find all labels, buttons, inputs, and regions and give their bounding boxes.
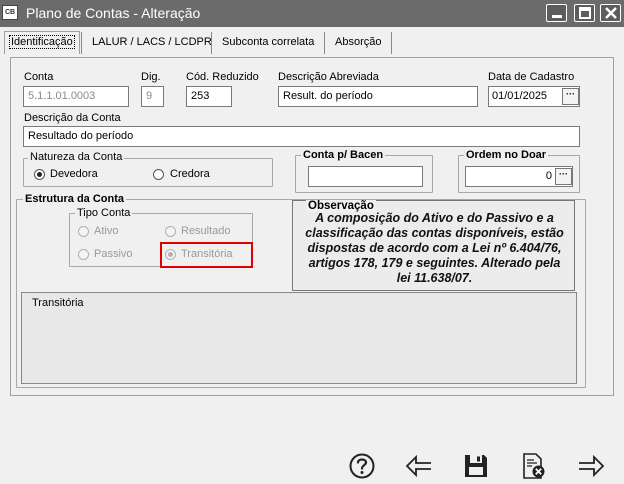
conta-bacen-field[interactable] [308, 166, 423, 187]
conta-label: Conta [24, 71, 54, 83]
tipo-conta-legend: Tipo Conta [75, 207, 133, 219]
radio-ativo[interactable] [78, 226, 89, 237]
ativo-label[interactable]: Ativo [94, 225, 118, 237]
tab-separator [211, 32, 212, 54]
question-icon[interactable] [348, 452, 376, 480]
conta-field[interactable]: 5.1.1.01.0003 [23, 86, 129, 107]
estrutura-legend: Estrutura da Conta [23, 193, 127, 205]
conta-bacen-legend: Conta p/ Bacen [301, 149, 386, 161]
radio-credora[interactable] [153, 169, 164, 180]
desc-abreviada-field[interactable]: Result. do período [278, 86, 478, 107]
radio-resultado[interactable] [165, 226, 176, 237]
radio-devedora[interactable] [34, 169, 45, 180]
cod-reduzido-field[interactable]: 253 [186, 86, 232, 107]
devedora-label[interactable]: Devedora [50, 168, 98, 180]
resultado-label[interactable]: Resultado [181, 225, 231, 237]
close-icon [605, 7, 617, 19]
minimize-button[interactable] [546, 4, 567, 22]
ordem-doar-button[interactable]: ··· [555, 168, 572, 185]
document-cancel-icon[interactable] [519, 452, 547, 480]
maximize-button[interactable] [574, 4, 595, 22]
dig-field[interactable]: 9 [141, 86, 164, 107]
data-cadastro-label: Data de Cadastro [488, 71, 575, 83]
observacao-text: A composição do Ativo e do Passivo e a c… [305, 211, 564, 285]
radio-passivo[interactable] [78, 249, 89, 260]
close-button[interactable] [600, 4, 621, 22]
desc-abreviada-label: Descrição Abreviada [278, 71, 379, 83]
arrow-right-icon[interactable] [577, 452, 605, 480]
desc-conta-label: Descrição da Conta [24, 112, 121, 124]
minimize-icon [552, 15, 562, 18]
tab-lalur[interactable]: LALUR / LACS / LCDPR [88, 33, 216, 53]
natureza-legend: Natureza da Conta [28, 151, 125, 163]
dig-label: Dig. [141, 71, 161, 83]
desc-conta-field[interactable]: Resultado do período [23, 126, 580, 147]
memo-text: Transitória [32, 297, 84, 309]
ordem-doar-legend: Ordem no Doar [464, 149, 549, 161]
floppy-disk-icon[interactable] [462, 452, 490, 480]
window-title: Plano de Contas - Alteração [26, 5, 201, 21]
tab-separator [324, 32, 325, 54]
estrutura-memo[interactable] [21, 292, 577, 384]
cod-reduzido-label: Cód. Reduzido [186, 71, 259, 83]
app-icon[interactable]: CB [2, 5, 18, 20]
tab-subconta[interactable]: Subconta correlata [218, 33, 318, 53]
tab-absorcao[interactable]: Absorção [331, 33, 385, 53]
highlight-box [160, 242, 253, 268]
date-picker-button[interactable]: ··· [562, 88, 579, 105]
tab-separator [391, 32, 392, 54]
passivo-label[interactable]: Passivo [94, 248, 133, 260]
maximize-icon [579, 7, 591, 19]
arrow-left-icon[interactable] [405, 452, 433, 480]
tab-separator [81, 32, 82, 54]
credora-label[interactable]: Credora [170, 168, 210, 180]
tab-identificacao[interactable]: Identificação [4, 31, 80, 54]
